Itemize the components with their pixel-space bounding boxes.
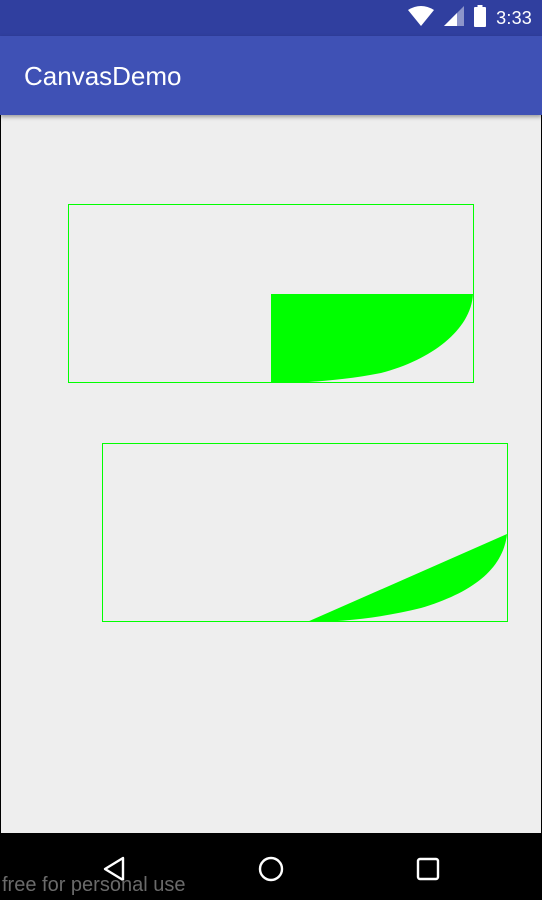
recents-button[interactable] (410, 851, 446, 887)
android-screen: 3:33 CanvasDemo free for personal use (0, 0, 542, 900)
lower-arc-segment (307, 534, 507, 622)
home-button[interactable] (253, 851, 289, 887)
canvas-drawing (68, 204, 508, 622)
lower-arc-rectangle (102, 443, 508, 622)
app-title: CanvasDemo (24, 61, 182, 91)
watermark-text: free for personal use (2, 874, 186, 896)
cellular-signal-icon (444, 5, 465, 31)
status-bar: 3:33 (0, 0, 542, 36)
upper-arc-rectangle (68, 204, 474, 383)
upper-arc-sector (271, 294, 473, 383)
status-icons: 3:33 (408, 0, 532, 36)
canvas-view (1, 115, 541, 833)
wifi-icon (408, 5, 435, 31)
home-icon (258, 856, 284, 882)
recents-icon (416, 857, 440, 881)
battery-icon (474, 4, 487, 32)
status-clock: 3:33 (496, 7, 532, 28)
app-bar: CanvasDemo (0, 36, 542, 115)
